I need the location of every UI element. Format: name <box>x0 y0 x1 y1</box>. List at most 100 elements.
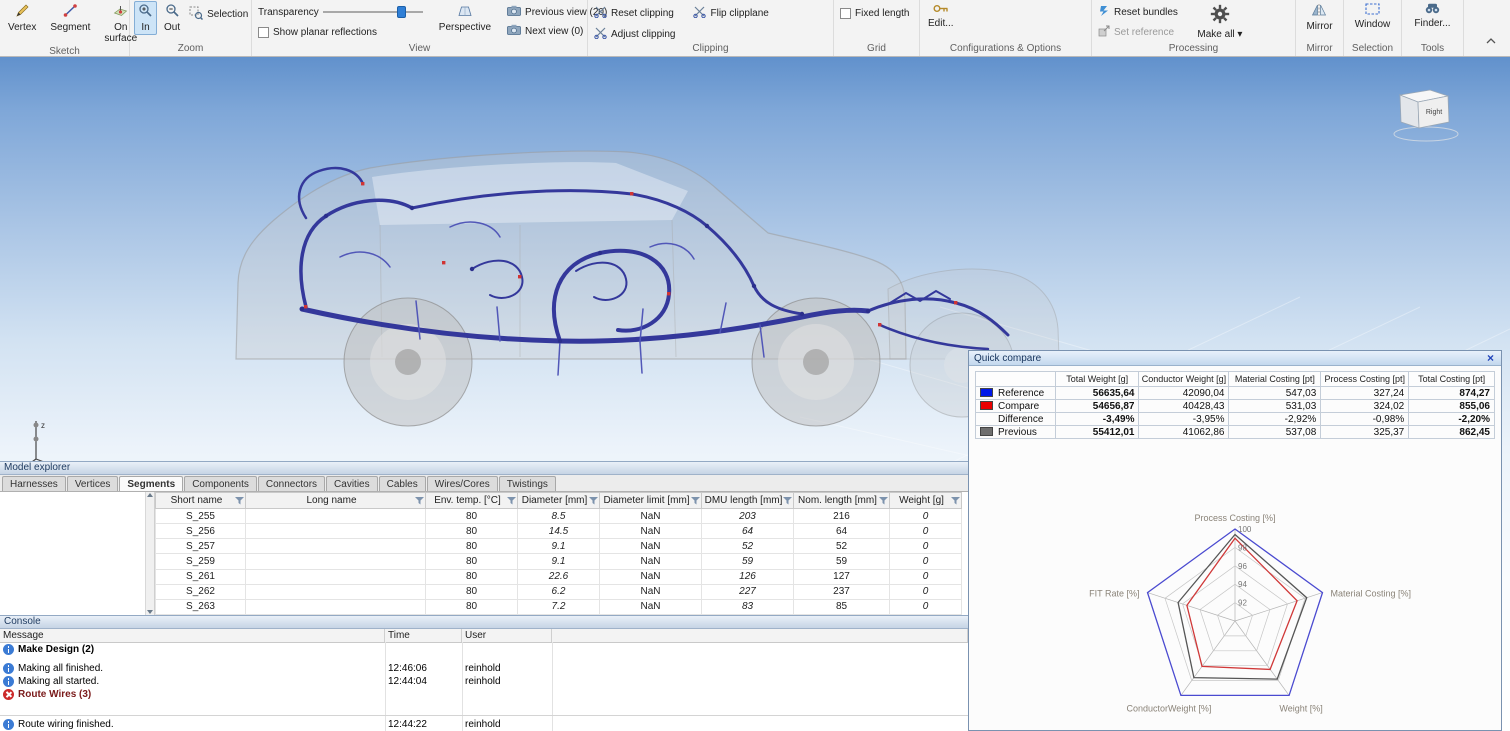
console-group-row[interactable]: Make Design (2) <box>0 643 968 656</box>
column-header-message[interactable]: Message <box>0 629 385 642</box>
table-header-row: Short name Long name Env. temp. [°C] Dia… <box>156 493 962 509</box>
tab-twistings[interactable]: Twistings <box>499 476 556 491</box>
set-reference-icon <box>1098 25 1110 40</box>
filter-icon[interactable] <box>691 497 700 508</box>
checkbox-icon[interactable] <box>258 27 269 38</box>
surface-icon <box>113 3 128 21</box>
vertical-scrollbar[interactable] <box>146 492 155 615</box>
table-row[interactable]: S_255808.5NaN2032160 <box>156 509 962 524</box>
planar-reflections-checkbox[interactable]: Show planar reflections <box>256 26 425 39</box>
perspective-button[interactable]: Perspective <box>435 2 495 35</box>
mirror-button[interactable]: Mirror <box>1302 1 1336 34</box>
reset-bundles-button[interactable]: Reset bundles <box>1096 4 1180 21</box>
table-row[interactable]: S_257809.1NaN52520 <box>156 539 962 554</box>
filter-icon[interactable] <box>783 497 792 508</box>
ribbon-group-zoom: In Out Selection Zoom <box>130 0 252 56</box>
zoom-in-button[interactable]: In <box>134 1 157 35</box>
tab-cavities[interactable]: Cavities <box>326 476 378 491</box>
window-selection-button[interactable]: Window <box>1351 1 1395 32</box>
collapse-ribbon-button[interactable] <box>1480 30 1502 52</box>
column-header[interactable]: Diameter limit [mm] <box>600 493 702 509</box>
tab-connectors[interactable]: Connectors <box>258 476 325 491</box>
zoom-selection-button[interactable]: Selection <box>187 5 250 24</box>
tab-components[interactable]: Components <box>184 476 257 491</box>
slider-thumb[interactable] <box>397 6 406 18</box>
table-row[interactable]: S_259809.1NaN59590 <box>156 554 962 569</box>
table-row[interactable]: S_2568014.5NaN64640 <box>156 524 962 539</box>
info-icon <box>3 644 14 655</box>
harness-tree-pane <box>0 492 146 615</box>
adjust-clipping-button[interactable]: Adjust clipping <box>592 25 677 43</box>
zoom-selection-icon <box>189 6 203 23</box>
table-row[interactable]: S_263807.2NaN83850 <box>156 599 962 614</box>
column-header[interactable]: Env. temp. [°C] <box>426 493 518 509</box>
scroll-up-icon[interactable] <box>147 493 153 497</box>
column-header[interactable]: Nom. length [mm] <box>794 493 890 509</box>
column-header-filler <box>552 629 968 642</box>
view-cube-face-label: Right <box>1426 109 1442 116</box>
ribbon-group-label-grid: Grid <box>834 43 919 56</box>
vertex-button[interactable]: Vertex <box>4 1 40 35</box>
fixed-length-checkbox[interactable]: Fixed length <box>838 7 911 20</box>
tab-segments[interactable]: Segments <box>119 476 183 491</box>
filter-icon[interactable] <box>235 497 244 508</box>
console-message-row[interactable]: Making all finished. 12:46:06 reinhold <box>0 662 968 675</box>
flip-clipplane-label: Flip clipplane <box>710 8 768 19</box>
filter-icon[interactable] <box>589 497 598 508</box>
model-explorer-title[interactable]: Model explorer <box>0 461 968 475</box>
svg-text:ConductorWeight [%]: ConductorWeight [%] <box>1126 703 1211 713</box>
close-icon[interactable]: × <box>1485 353 1496 363</box>
next-view-label: Next view (0) <box>525 26 583 37</box>
filter-icon[interactable] <box>507 497 516 508</box>
table-row[interactable]: S_262806.2NaN2272370 <box>156 584 962 599</box>
column-header[interactable]: Weight [g] <box>890 493 962 509</box>
table-row[interactable]: S_2618022.6NaN1261270 <box>156 569 962 584</box>
column-header[interactable]: DMU length [mm] <box>702 493 794 509</box>
edit-configurations-button[interactable]: Edit... <box>924 1 958 31</box>
fixed-length-label: Fixed length <box>855 8 909 19</box>
scroll-down-icon[interactable] <box>147 610 153 614</box>
ribbon-group-grid: Fixed length Grid <box>834 0 920 56</box>
transparency-slider[interactable] <box>323 5 423 19</box>
ribbon-group-label-processing: Processing <box>1092 43 1295 56</box>
tab-vertices[interactable]: Vertices <box>67 476 119 491</box>
quick-compare-title: Quick compare <box>974 353 1041 364</box>
zoom-out-button[interactable]: Out <box>160 1 184 35</box>
make-all-button[interactable]: Make all ▾ <box>1192 1 1248 43</box>
filter-icon[interactable] <box>879 497 888 508</box>
column-header: Total Weight [g] <box>1055 372 1139 387</box>
finder-button[interactable]: Finder... <box>1410 1 1454 31</box>
console-message-row[interactable]: Making all started. 12:44:04 reinhold <box>0 675 968 688</box>
flip-clipplane-button[interactable]: Flip clipplane <box>691 4 770 22</box>
segment-button[interactable]: Segment <box>46 1 94 35</box>
mirror-label: Mirror <box>1306 21 1332 32</box>
column-header-user[interactable]: User <box>462 629 552 642</box>
filter-icon[interactable] <box>951 497 960 508</box>
tab-harnesses[interactable]: Harnesses <box>2 476 66 491</box>
quick-compare-titlebar[interactable]: Quick compare × <box>969 351 1501 366</box>
tab-cables[interactable]: Cables <box>379 476 426 491</box>
column-header[interactable]: Short name <box>156 493 246 509</box>
filter-icon[interactable] <box>415 497 424 508</box>
console-title[interactable]: Console <box>0 615 968 629</box>
console-time: 12:44:22 <box>385 719 462 730</box>
reset-bundles-label: Reset bundles <box>1114 7 1178 18</box>
segment-label: Segment <box>50 22 90 33</box>
column-header-time[interactable]: Time <box>385 629 462 642</box>
column-header[interactable]: Diameter [mm] <box>518 493 600 509</box>
window-selection-icon <box>1365 3 1380 18</box>
tab-wires-cores[interactable]: Wires/Cores <box>427 476 498 491</box>
console-group-label: Make Design (2) <box>18 644 94 655</box>
svg-text:Process Costing [%]: Process Costing [%] <box>1194 513 1275 523</box>
checkbox-icon[interactable] <box>840 8 851 19</box>
column-header[interactable]: Long name <box>246 493 426 509</box>
console-group-row[interactable]: Route Wires (3) <box>0 688 968 701</box>
radar-chart-container: 10098969492Process Costing [%]Material C… <box>969 499 1502 731</box>
reset-clipping-button[interactable]: Reset clipping <box>592 4 677 22</box>
console-message-row[interactable]: Route wiring finished. 12:44:22 reinhold <box>0 718 968 731</box>
set-reference-button[interactable]: Set reference <box>1096 24 1180 41</box>
scissors-icon <box>594 26 607 42</box>
svg-text:92: 92 <box>1238 599 1247 608</box>
view-cube[interactable]: Right <box>1394 90 1458 141</box>
error-icon <box>3 689 14 700</box>
